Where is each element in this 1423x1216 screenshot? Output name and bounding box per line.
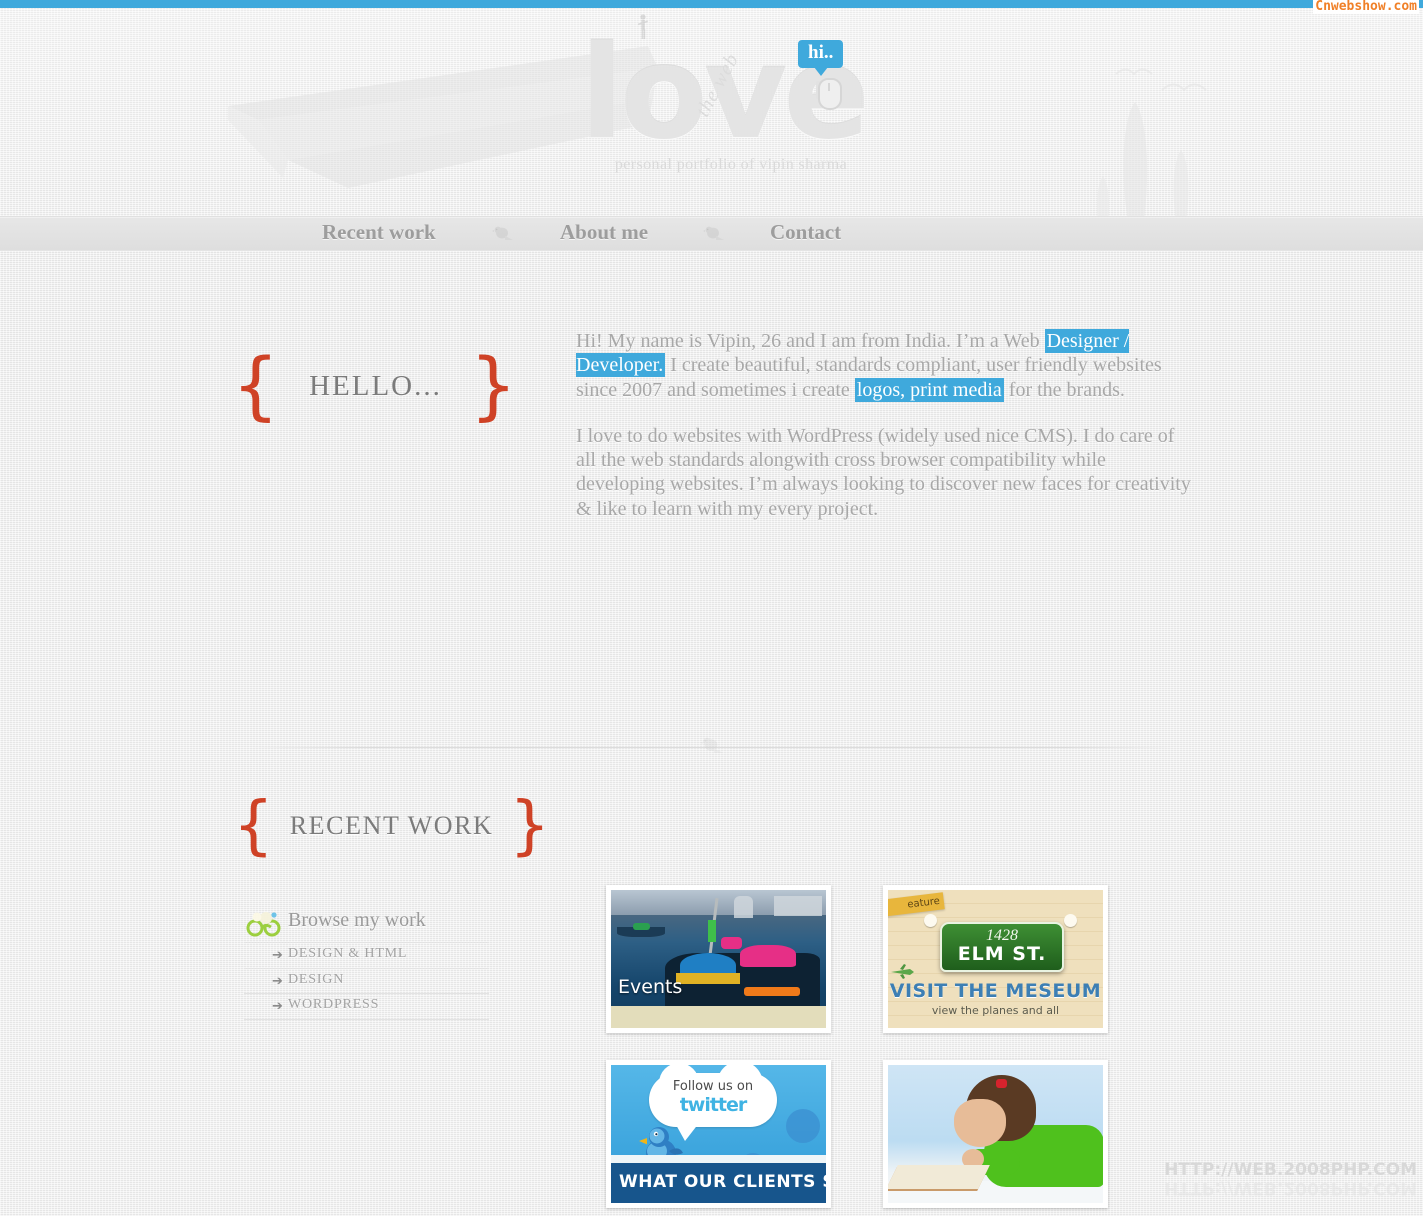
arrow-icon: ➔: [272, 948, 283, 963]
girl-reading-thumbnail[interactable]: [883, 1060, 1108, 1208]
thumbnail-caption: Events: [618, 976, 683, 998]
mouse-icon: [818, 78, 842, 110]
far-boat-cover: [632, 923, 650, 930]
events-boats-thumbnail[interactable]: Events: [606, 885, 831, 1033]
hi-speech-bubble[interactable]: hi..: [798, 40, 844, 76]
brace-close: }: [469, 343, 517, 429]
clients-banner: WHAT OUR CLIENTS SAY: [611, 1163, 826, 1203]
book: [888, 1165, 990, 1189]
intro-paragraph-1: Hi! My name is Vipin, 26 and I am from I…: [576, 329, 1191, 402]
arrow-icon: ➔: [272, 999, 283, 1014]
filter-wordpress[interactable]: ➔ WORDPRESS: [244, 994, 489, 1020]
filter-design-and-html[interactable]: ➔ DESIGN & HTML: [244, 943, 489, 969]
recent-work-title: RECENT WORK: [289, 811, 494, 840]
filter-label: WORDPRESS: [288, 997, 380, 1012]
recent-work-heading: {RECENT WORK}: [233, 794, 550, 858]
browse-title: Browse my work: [288, 909, 426, 931]
clients-banner-text: WHAT OUR CLIENTS SAY: [619, 1172, 826, 1192]
watermark-top: Cnwebshow.com: [1313, 0, 1419, 14]
bird-icon: [492, 226, 513, 240]
brace-open: {: [233, 789, 274, 863]
flying-birds-illustration: [1115, 68, 1207, 92]
bird-icon: [703, 226, 724, 240]
museum-headline: VISIT THE MESEUM: [889, 980, 1102, 1002]
browse-header: Browse my work: [244, 909, 489, 943]
hello-heading: {HELLO...}: [232, 349, 517, 423]
intro-paragraph-2: I love to do websites with WordPress (wi…: [576, 424, 1191, 520]
sign-street: ELM ST.: [957, 943, 1047, 965]
site-header: love the web personal portfolio of vipin…: [0, 8, 1423, 216]
street-sign: 1428 ELM ST.: [940, 922, 1064, 972]
top-accent-bar: [0, 0, 1423, 8]
filter-label: DESIGN: [288, 971, 345, 987]
intro-p1-part3: for the brands.: [1003, 378, 1125, 401]
person-pink-far: [720, 936, 743, 950]
girl-reading-illustration: [888, 1065, 1103, 1203]
intro-text: Hi! My name is Vipin, 26 and I am from I…: [576, 329, 1191, 543]
screw-icon: [1064, 914, 1077, 927]
main-navigation: Recent work About me Contact: [0, 216, 1423, 251]
filter-design[interactable]: ➔ DESIGN: [244, 969, 489, 994]
elm-st-museum-thumbnail[interactable]: eature 1428 ELM ST. VISIT THE MESEUM vie…: [883, 885, 1108, 1033]
watermark-bottom-reflection: HTTP://WEB.2008PHP.COM: [1164, 1178, 1417, 1198]
person-pink: [740, 945, 796, 968]
thumbnail-image: [888, 1065, 1103, 1203]
boat-orange-cushion: [744, 986, 801, 997]
logo-tagline: personal portfolio of vipin sharma: [614, 156, 848, 173]
page-title: HELLO...: [309, 369, 442, 402]
twitter-clients-thumbnail[interactable]: Follow us on twitter WHAT OUR CLIENTS: [606, 1060, 831, 1208]
intro-p1-part1: Hi! My name is Vipin, 26 and I am from I…: [576, 330, 1045, 352]
thumbnail-image: eature 1428 ELM ST. VISIT THE MESEUM vie…: [888, 890, 1103, 1028]
arrow-icon: ➔: [272, 973, 283, 989]
thumbnail-image: Events: [611, 890, 826, 1028]
filter-label: DESIGN & HTML: [288, 946, 408, 961]
nav-item-contact[interactable]: Contact: [770, 220, 841, 245]
nav-items-wrapper: Recent work About me Contact: [300, 217, 1000, 250]
brace-open: {: [232, 343, 280, 429]
museum-subline: view the planes and all: [931, 1004, 1060, 1017]
thumbnail-bottom-strip: [611, 1006, 826, 1028]
watermark-bottom-text: HTTP://WEB.2008PHP.COM: [1164, 1160, 1417, 1180]
bird-icon: [700, 737, 723, 753]
hair-clip: [996, 1079, 1007, 1088]
building: [733, 895, 753, 918]
site-logo[interactable]: love the web personal portfolio of vipin…: [560, 26, 890, 196]
cloud-line-1: Follow us on: [672, 1079, 754, 1094]
screw-icon: [924, 914, 937, 927]
face: [954, 1099, 1006, 1147]
building: [774, 895, 822, 917]
speech-cloud: Follow us on twitter: [649, 1065, 777, 1141]
glasses-icon: [246, 912, 281, 937]
decorative-dot: [786, 1109, 820, 1143]
cloud-line-2: twitter: [679, 1094, 748, 1116]
brace-close: }: [509, 789, 551, 863]
person-green: [707, 920, 717, 943]
thumbnail-white-gap: [611, 1155, 826, 1163]
thumbnail-image: Follow us on twitter WHAT OUR CLIENTS: [611, 1065, 826, 1203]
plane-icon: [891, 964, 914, 979]
highlight-logos-print-media[interactable]: logos, print media: [854, 377, 1004, 402]
hello-section: {HELLO...} Hi! My name is Vipin, 26 and …: [0, 329, 1423, 753]
nav-item-recent-work[interactable]: Recent work: [322, 220, 436, 245]
watermark-bottom: HTTP://WEB.2008PHP.COM HTTP://WEB.2008PH…: [1164, 1160, 1417, 1199]
nav-item-about-me[interactable]: About me: [560, 220, 648, 245]
sign-number: 1428: [986, 927, 1018, 944]
browse-work-panel: Browse my work ➔ DESIGN & HTML ➔ DESIGN …: [244, 909, 489, 1020]
boat-yellow-stripe: [675, 972, 740, 984]
